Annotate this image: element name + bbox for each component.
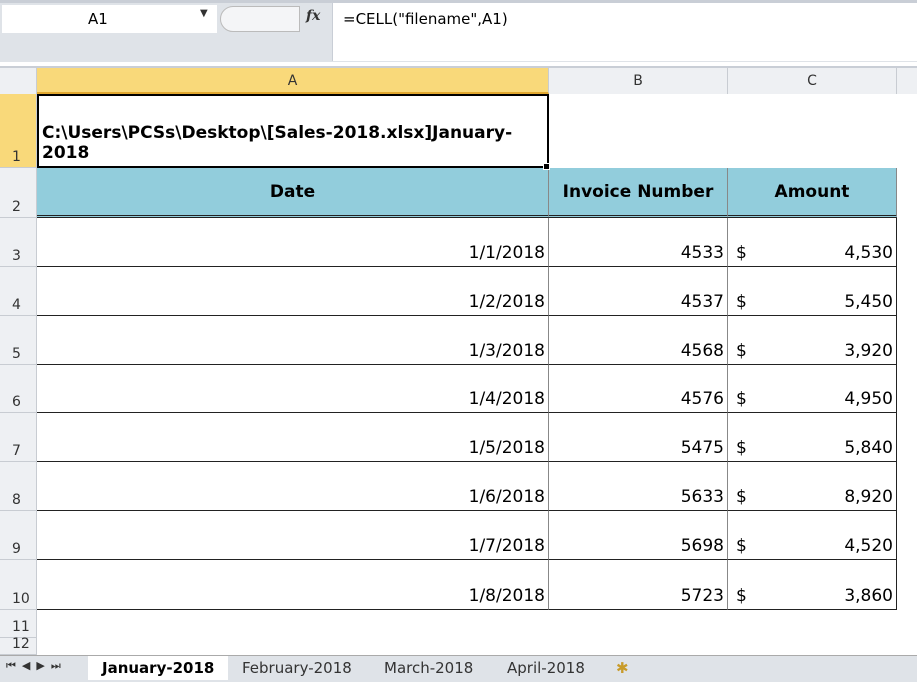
column-header-row: A B C bbox=[0, 66, 917, 94]
sheet-tab-april[interactable]: April-2018 bbox=[493, 656, 599, 680]
amount-cell[interactable]: $4,520 bbox=[728, 511, 897, 560]
amount-value: 4,950 bbox=[844, 389, 893, 409]
invoice-cell[interactable]: 5633 bbox=[549, 462, 728, 511]
row-header-8[interactable]: 8 bbox=[0, 462, 37, 511]
insert-sheet-icon[interactable]: ✱ bbox=[602, 656, 643, 680]
amount-cell[interactable]: $5,450 bbox=[728, 267, 897, 316]
invoice-cell[interactable]: 4576 bbox=[549, 365, 728, 413]
amount-value: 5,840 bbox=[844, 438, 893, 458]
formula-input[interactable]: =CELL("filename",A1) bbox=[332, 3, 917, 61]
amount-cell[interactable]: $4,950 bbox=[728, 365, 897, 413]
currency-symbol: $ bbox=[736, 389, 747, 409]
currency-symbol: $ bbox=[736, 438, 747, 458]
column-header-a[interactable]: A bbox=[37, 68, 549, 94]
fill-handle[interactable] bbox=[543, 163, 550, 170]
row-header-11[interactable]: 11 bbox=[0, 610, 37, 638]
row-header-4[interactable]: 4 bbox=[0, 267, 37, 316]
cell-a1[interactable]: C:\Users\PCSs\Desktop\[Sales-2018.xlsx]J… bbox=[37, 94, 549, 168]
invoice-cell[interactable]: 5475 bbox=[549, 413, 728, 462]
row-header-5[interactable]: 5 bbox=[0, 316, 37, 365]
table-header-cell[interactable]: Invoice Number bbox=[549, 168, 728, 218]
currency-symbol: $ bbox=[736, 341, 747, 361]
row-header-9[interactable]: 9 bbox=[0, 511, 37, 560]
table-header-cell[interactable]: Date bbox=[37, 168, 549, 218]
row-header-1[interactable]: 1 bbox=[0, 94, 37, 168]
date-cell[interactable]: 1/8/2018 bbox=[37, 560, 549, 610]
amount-cell[interactable]: $5,840 bbox=[728, 413, 897, 462]
date-cell[interactable]: 1/3/2018 bbox=[37, 316, 549, 365]
amount-value: 4,530 bbox=[844, 243, 893, 263]
table-header-cell[interactable]: Amount bbox=[728, 168, 897, 218]
row-header-2[interactable]: 2 bbox=[0, 168, 37, 218]
insert-function-icon[interactable]: fx bbox=[306, 8, 320, 24]
invoice-cell[interactable]: 4568 bbox=[549, 316, 728, 365]
formula-bar-spacer bbox=[2, 34, 330, 60]
date-cell[interactable]: 1/4/2018 bbox=[37, 365, 549, 413]
invoice-cell[interactable]: 4533 bbox=[549, 218, 728, 267]
date-cell[interactable]: 1/7/2018 bbox=[37, 511, 549, 560]
amount-value: 3,860 bbox=[844, 586, 893, 606]
select-all-button[interactable] bbox=[0, 68, 37, 94]
formula-bar-resize-handle[interactable] bbox=[220, 6, 300, 32]
amount-cell[interactable]: $3,860 bbox=[728, 560, 897, 610]
amount-value: 3,920 bbox=[844, 341, 893, 361]
name-box[interactable]: A1 bbox=[2, 5, 217, 33]
date-cell[interactable]: 1/2/2018 bbox=[37, 267, 549, 316]
row-header-3[interactable]: 3 bbox=[0, 218, 37, 267]
invoice-cell[interactable]: 5723 bbox=[549, 560, 728, 610]
amount-value: 8,920 bbox=[844, 487, 893, 507]
currency-symbol: $ bbox=[736, 536, 747, 556]
date-cell[interactable]: 1/6/2018 bbox=[37, 462, 549, 511]
column-header-c[interactable]: C bbox=[728, 68, 897, 94]
currency-symbol: $ bbox=[736, 292, 747, 312]
date-cell[interactable]: 1/5/2018 bbox=[37, 413, 549, 462]
sheet-nav-arrows-icon[interactable]: ⏮◀▶⏭ bbox=[6, 659, 67, 673]
amount-cell[interactable]: $4,530 bbox=[728, 218, 897, 267]
sheet-tab-january[interactable]: January-2018 bbox=[88, 656, 229, 680]
amount-value: 5,450 bbox=[844, 292, 893, 312]
sheet-tab-february[interactable]: February-2018 bbox=[228, 656, 366, 680]
currency-symbol: $ bbox=[736, 487, 747, 507]
amount-value: 4,520 bbox=[844, 536, 893, 556]
amount-cell[interactable]: $3,920 bbox=[728, 316, 897, 365]
chevron-down-icon[interactable]: ▼ bbox=[200, 8, 208, 19]
row-header-10[interactable]: 10 bbox=[0, 560, 37, 610]
invoice-cell[interactable]: 5698 bbox=[549, 511, 728, 560]
invoice-cell[interactable]: 4537 bbox=[549, 267, 728, 316]
date-cell[interactable]: 1/1/2018 bbox=[37, 218, 549, 267]
sheet-tab-march[interactable]: March-2018 bbox=[370, 656, 487, 680]
row-header-12[interactable]: 12 bbox=[0, 636, 37, 655]
amount-cell[interactable]: $8,920 bbox=[728, 462, 897, 511]
currency-symbol: $ bbox=[736, 243, 747, 263]
currency-symbol: $ bbox=[736, 586, 747, 606]
sheet-tab-bar: ⏮◀▶⏭ January-2018 February-2018 March-20… bbox=[0, 655, 917, 682]
row-header-6[interactable]: 6 bbox=[0, 365, 37, 413]
row-header-7[interactable]: 7 bbox=[0, 413, 37, 462]
column-header-b[interactable]: B bbox=[549, 68, 728, 94]
